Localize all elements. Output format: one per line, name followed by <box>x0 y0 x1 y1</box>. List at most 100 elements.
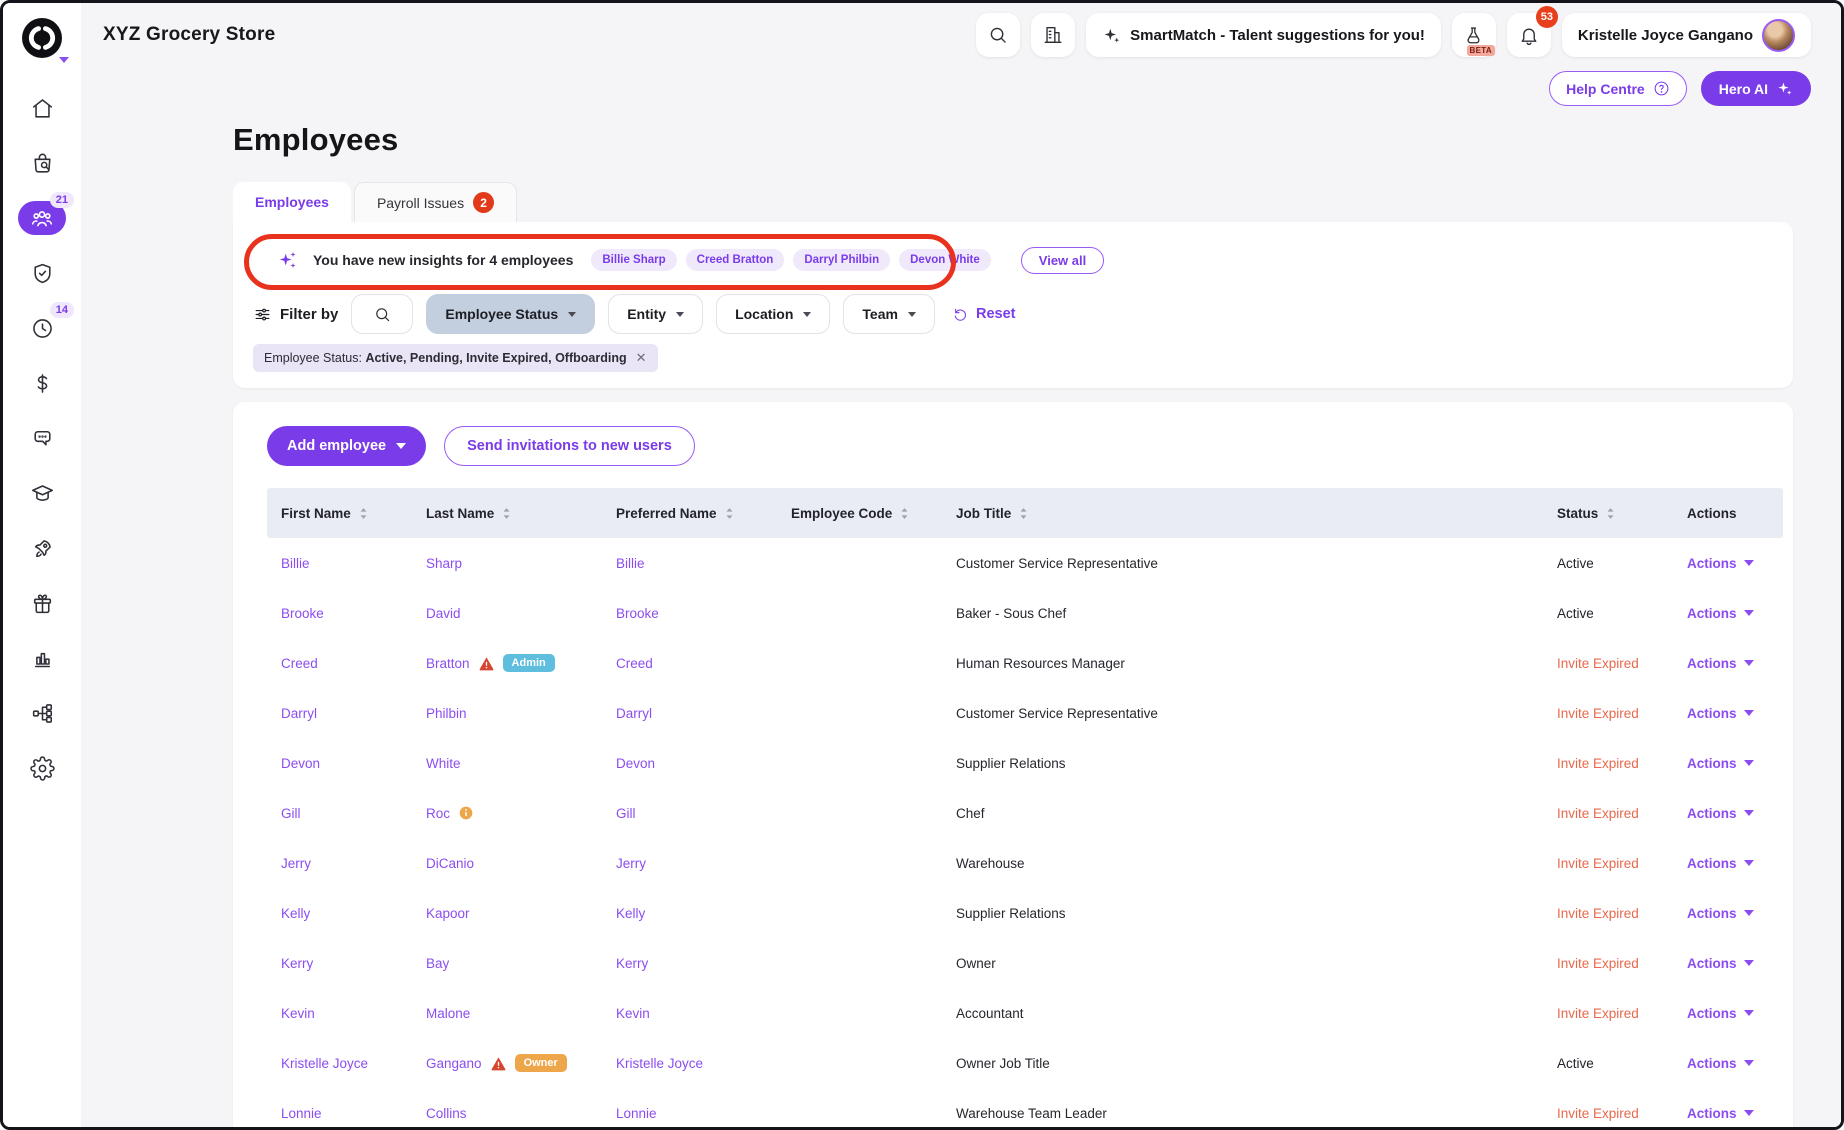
employee-preferred-name-link[interactable]: Kerry <box>616 956 648 971</box>
bell-icon <box>1518 24 1540 46</box>
view-all-button[interactable]: View all <box>1021 247 1104 274</box>
column-header-job-title[interactable]: Job Title <box>942 506 1543 521</box>
sidebar-item-chat[interactable] <box>18 421 66 455</box>
sidebar-item-compliance[interactable] <box>18 256 66 290</box>
column-header-preferred-name[interactable]: Preferred Name <box>602 506 777 521</box>
hero-ai-button[interactable]: Hero AI <box>1701 71 1811 106</box>
employee-last-name-link[interactable]: Sharp <box>426 556 462 571</box>
employee-last-name-link[interactable]: Bratton <box>426 656 470 671</box>
tab-payroll-issues[interactable]: Payroll Issues 2 <box>354 182 517 222</box>
insight-employee-pill[interactable]: Darryl Philbin <box>793 249 890 271</box>
employee-last-name-link[interactable]: Roc <box>426 806 450 821</box>
employee-preferred-name-link[interactable]: Jerry <box>616 856 646 871</box>
employee-first-name-link[interactable]: Jerry <box>281 856 311 871</box>
employee-first-name-link[interactable]: Gill <box>281 806 301 821</box>
filter-employee-status[interactable]: Employee Status <box>426 294 595 334</box>
employee-first-name-link[interactable]: Kristelle Joyce <box>281 1056 368 1071</box>
page-title: Employees <box>233 122 1841 158</box>
sidebar-item-benefits[interactable] <box>18 586 66 620</box>
row-actions-button[interactable]: Actions <box>1687 806 1754 821</box>
row-actions-button[interactable]: Actions <box>1687 706 1754 721</box>
column-header-last-name[interactable]: Last Name <box>412 506 602 521</box>
row-actions-button[interactable]: Actions <box>1687 1056 1754 1071</box>
employee-first-name-link[interactable]: Kerry <box>281 956 313 971</box>
employee-preferred-name-link[interactable]: Lonnie <box>616 1106 657 1121</box>
employee-last-name-link[interactable]: DiCanio <box>426 856 474 871</box>
employee-last-name-link[interactable]: Collins <box>426 1106 467 1121</box>
employee-first-name-link[interactable]: Devon <box>281 756 320 771</box>
app-logo[interactable] <box>19 15 65 65</box>
employee-first-name-link[interactable]: Brooke <box>281 606 324 621</box>
employee-preferred-name-link[interactable]: Devon <box>616 756 655 771</box>
tab-employees[interactable]: Employees <box>233 182 351 222</box>
filter-team[interactable]: Team <box>843 294 935 334</box>
send-invitations-button[interactable]: Send invitations to new users <box>444 426 695 466</box>
employee-last-name-link[interactable]: Gangano <box>426 1056 482 1071</box>
help-centre-button[interactable]: Help Centre <box>1549 71 1687 106</box>
sidebar-item-learning[interactable] <box>18 476 66 510</box>
row-actions-button[interactable]: Actions <box>1687 556 1754 571</box>
insight-employee-pill[interactable]: Creed Bratton <box>686 249 785 271</box>
row-actions-button[interactable]: Actions <box>1687 606 1754 621</box>
remove-filter-icon[interactable]: ✕ <box>636 350 647 366</box>
row-actions-button[interactable]: Actions <box>1687 906 1754 921</box>
employee-preferred-name-link[interactable]: Creed <box>616 656 653 671</box>
employee-first-name-link[interactable]: Kevin <box>281 1006 315 1021</box>
sidebar-item-reports[interactable] <box>18 641 66 675</box>
employee-preferred-name-link[interactable]: Kevin <box>616 1006 650 1021</box>
warning-icon <box>478 655 495 672</box>
preferred-name-cell: Darryl <box>602 706 777 721</box>
employee-preferred-name-link[interactable]: Brooke <box>616 606 659 621</box>
employee-last-name-link[interactable]: Kapoor <box>426 906 470 921</box>
row-actions-button[interactable]: Actions <box>1687 1006 1754 1021</box>
sidebar-item-launch[interactable] <box>18 531 66 565</box>
column-header-first-name[interactable]: First Name <box>267 506 412 521</box>
filter-search-button[interactable] <box>351 294 413 334</box>
insight-employee-pill[interactable]: Billie Sharp <box>591 249 676 271</box>
insight-employee-pill[interactable]: Devon White <box>899 249 991 271</box>
user-menu[interactable]: Kristelle Joyce Gangano <box>1562 13 1811 57</box>
employee-preferred-name-link[interactable]: Billie <box>616 556 645 571</box>
sidebar-item-payroll[interactable] <box>18 366 66 400</box>
column-header-status[interactable]: Status <box>1543 506 1673 521</box>
employee-preferred-name-link[interactable]: Darryl <box>616 706 652 721</box>
employee-first-name-link[interactable]: Lonnie <box>281 1106 322 1121</box>
employee-last-name-link[interactable]: Malone <box>426 1006 470 1021</box>
row-actions-button[interactable]: Actions <box>1687 756 1754 771</box>
employee-first-name-link[interactable]: Creed <box>281 656 318 671</box>
organisations-button[interactable] <box>1031 13 1075 57</box>
notifications-button[interactable]: 53 <box>1507 13 1551 57</box>
sort-icon <box>1605 506 1616 521</box>
sidebar-item-settings[interactable] <box>18 751 66 785</box>
employee-first-name-link[interactable]: Darryl <box>281 706 317 721</box>
add-employee-button[interactable]: Add employee <box>267 426 426 466</box>
sidebar-item-time[interactable]: 14 <box>18 311 66 345</box>
column-header-employee-code[interactable]: Employee Code <box>777 506 942 521</box>
row-actions-button[interactable]: Actions <box>1687 656 1754 671</box>
labs-button[interactable]: BETA <box>1452 13 1496 57</box>
employee-preferred-name-link[interactable]: Kelly <box>616 906 645 921</box>
employee-last-name-link[interactable]: Bay <box>426 956 449 971</box>
employee-last-name-link[interactable]: White <box>426 756 461 771</box>
filter-location[interactable]: Location <box>716 294 830 334</box>
employee-last-name-link[interactable]: Philbin <box>426 706 467 721</box>
status-cell: Invite Expired <box>1543 1006 1673 1021</box>
employment-hero-logo-icon <box>19 15 65 61</box>
row-actions-button[interactable]: Actions <box>1687 956 1754 971</box>
filter-entity[interactable]: Entity <box>608 294 703 334</box>
row-actions-button[interactable]: Actions <box>1687 856 1754 871</box>
search-button[interactable] <box>976 13 1020 57</box>
employee-preferred-name-link[interactable]: Kristelle Joyce <box>616 1056 703 1071</box>
sidebar-item-people[interactable]: 21 <box>18 201 66 235</box>
employee-first-name-link[interactable]: Kelly <box>281 906 310 921</box>
employee-last-name-link[interactable]: David <box>426 606 461 621</box>
status-cell: Active <box>1543 606 1673 621</box>
employee-first-name-link[interactable]: Billie <box>281 556 310 571</box>
employee-preferred-name-link[interactable]: Gill <box>616 806 636 821</box>
row-actions-button[interactable]: Actions <box>1687 1106 1754 1121</box>
sidebar-item-org-chart[interactable] <box>18 696 66 730</box>
reset-filters-button[interactable]: Reset <box>952 306 1016 323</box>
sidebar-item-home[interactable] <box>18 91 66 125</box>
sidebar-item-recruitment[interactable] <box>18 146 66 180</box>
smartmatch-button[interactable]: SmartMatch - Talent suggestions for you! <box>1086 13 1441 57</box>
